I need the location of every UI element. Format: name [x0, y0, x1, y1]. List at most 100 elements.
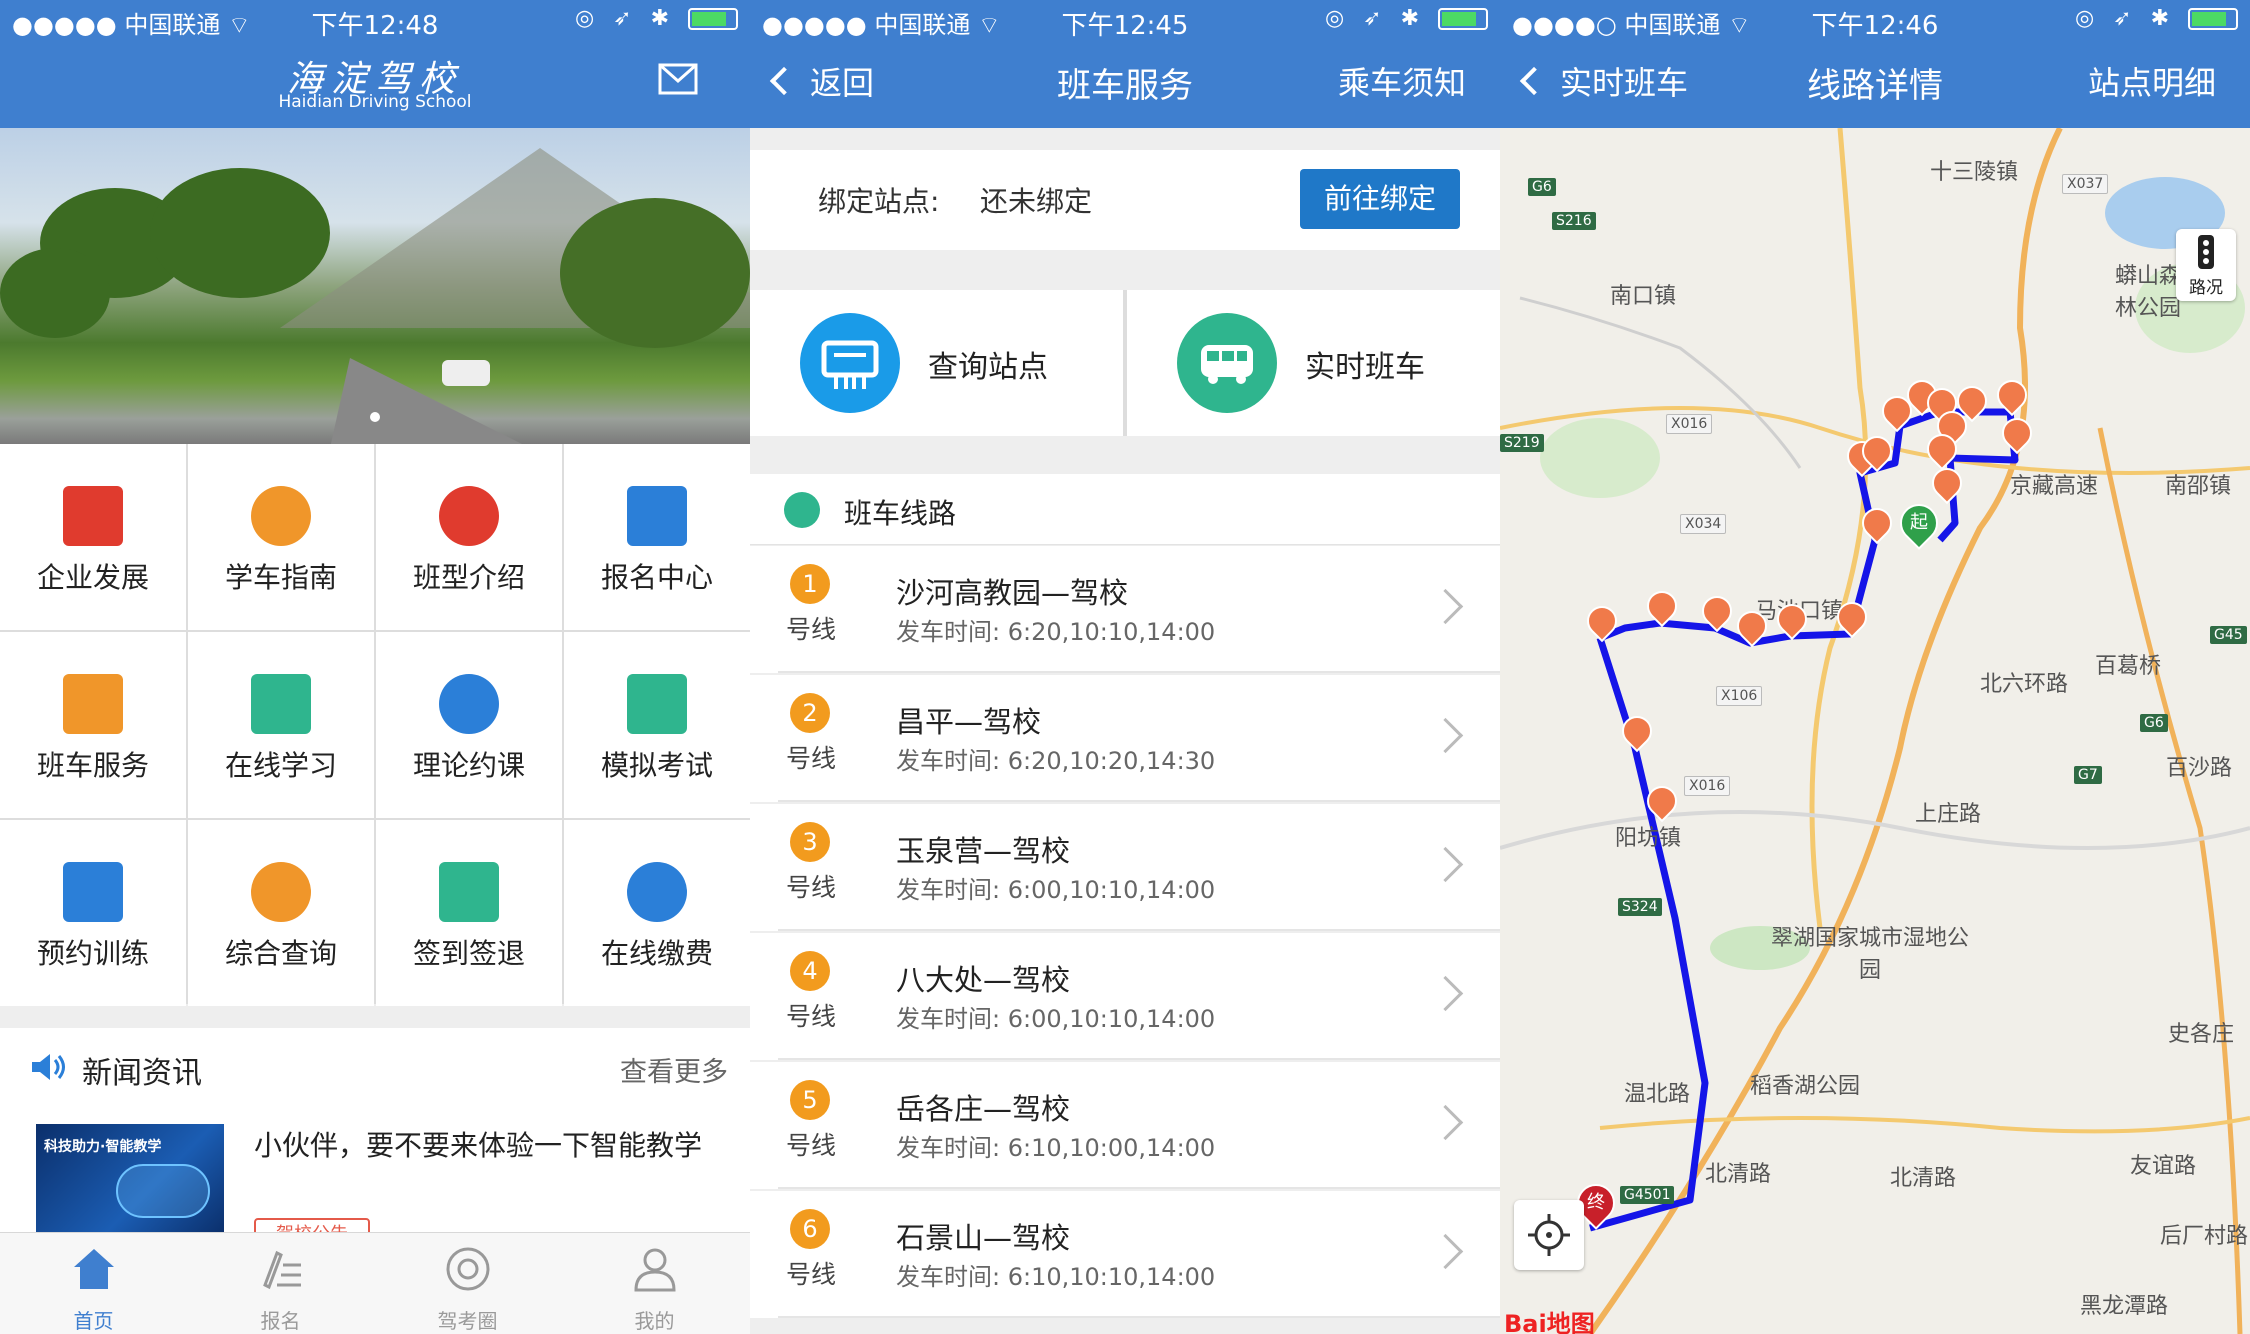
- ride-notice-link[interactable]: 乘车须知: [1338, 58, 1466, 104]
- menu-item-label: 报名中心: [600, 561, 713, 594]
- chevron-right-icon: [1427, 975, 1464, 1012]
- chevron-right-icon: [1427, 1233, 1464, 1270]
- menu-item-label: 班车服务: [36, 749, 149, 782]
- menu-item[interactable]: 报名中心: [564, 444, 750, 630]
- map-place-label: 史各庄: [2168, 1022, 2235, 1047]
- menu-item[interactable]: 综合查询: [188, 820, 374, 1006]
- route-map[interactable]: 十三陵镇南口镇马池口镇百葛桥南邵镇翠湖国家城市湿地公园稻香湖公园北清路北清路阳坊…: [1500, 128, 2250, 1334]
- traffic-toggle[interactable]: 路况: [2176, 229, 2236, 301]
- menu-item[interactable]: 班型介绍: [376, 444, 562, 630]
- feature-grid: 企业发展 学车指南 班型介绍 报名中心班车服务 在线学习 理论约课 模拟考试预约训练 综合查询…: [0, 444, 750, 1006]
- route-icon: [784, 492, 820, 528]
- routes-section-title: 班车线路: [844, 497, 957, 530]
- menu-item[interactable]: 在线学习: [188, 632, 374, 818]
- app-logo-subtitle: Haidian Driving School: [278, 92, 472, 112]
- home-screen: ●●●●● 中国联通 ⌔ 下午12:48 ◎ ➶ ✱ 海淀驾校 Haidian …: [0, 0, 750, 1334]
- yuan-icon: [627, 862, 687, 922]
- status-icons: ◎ ➶ ✱: [2075, 6, 2238, 31]
- query-station-button[interactable]: 查询站点: [750, 290, 1123, 436]
- document-icon: [627, 674, 687, 734]
- routes-section-header: 班车线路: [750, 474, 1500, 545]
- news-title: 新闻资讯: [82, 1056, 202, 1091]
- route-name: 昌平—驾校: [896, 705, 1042, 739]
- menu-item[interactable]: 在线缴费: [564, 820, 750, 1006]
- route-departure-times: 发车时间: 6:20,10:20,14:30: [896, 747, 1216, 775]
- map-place-label: 南口镇: [1610, 284, 1677, 309]
- steering-wheel-icon: [439, 486, 499, 546]
- menu-item[interactable]: 签到签退: [376, 820, 562, 1006]
- route-row[interactable]: 2 号线 昌平—驾校 发车时间: 6:20,10:20,14:30: [750, 675, 1500, 802]
- map-place-label: 阳坊镇: [1615, 826, 1682, 851]
- menu-item-label: 综合查询: [224, 937, 337, 970]
- map-place-label: 稻香湖公园: [1750, 1074, 1861, 1099]
- road-shield: X016: [1684, 776, 1731, 796]
- carousel-dot: [370, 412, 380, 422]
- tab-exam-circle[interactable]: 驾考圈: [374, 1233, 561, 1334]
- menu-item[interactable]: 预约训练: [0, 820, 186, 1006]
- battery-icon: [1438, 8, 1488, 30]
- route-suffix: 号线: [786, 615, 837, 644]
- thumbnail-caption: 科技助力·智能教学: [44, 1139, 162, 1155]
- speaker-icon: [32, 1054, 65, 1080]
- road-shield: X037: [2062, 174, 2109, 194]
- home-navbar: ●●●●● 中国联通 ⌔ 下午12:48 ◎ ➶ ✱ 海淀驾校 Haidian …: [0, 0, 750, 128]
- banner-carousel[interactable]: [0, 128, 750, 444]
- status-icons: ◎ ➶ ✱: [1325, 6, 1488, 31]
- route-suffix: 号线: [786, 1002, 837, 1031]
- shuttle-screen: ●●●●● 中国联通 ⌔ 下午12:45 ◎ ➶ ✱ 返回 班车服务 乘车须知 …: [750, 0, 1500, 1334]
- menu-item[interactable]: 学车指南: [188, 444, 374, 630]
- status-icons: ◎ ➶ ✱: [575, 6, 738, 31]
- route-row[interactable]: 1 号线 沙河高教园—驾校 发车时间: 6:20,10:10,14:00: [750, 546, 1500, 673]
- bind-label: 绑定站点:: [818, 185, 940, 218]
- road-shield: S324: [1618, 898, 1662, 916]
- bus-icon: [1177, 313, 1277, 413]
- battery-icon: [2188, 8, 2238, 30]
- building-icon: [63, 486, 123, 546]
- route-suffix: 号线: [786, 1260, 837, 1289]
- calendar-check-icon: [439, 862, 499, 922]
- clock-icon: [439, 674, 499, 734]
- realtime-bus-button[interactable]: 实时班车: [1127, 290, 1500, 436]
- signup-icon: [263, 1250, 301, 1290]
- menu-item[interactable]: 理论约课: [376, 632, 562, 818]
- map-place-label: 友谊路: [2130, 1154, 2197, 1179]
- chevron-right-icon: [1427, 717, 1464, 754]
- route-row[interactable]: 3 号线 玉泉营—驾校 发车时间: 6:00,10:10,14:00: [750, 804, 1500, 931]
- locate-button[interactable]: [1514, 1200, 1584, 1270]
- station-details-link[interactable]: 站点明细: [2088, 58, 2216, 104]
- route-row[interactable]: 6 号线 石景山—驾校 发车时间: 6:10,10:10,14:00: [750, 1191, 1500, 1318]
- go-bind-button[interactable]: 前往绑定: [1300, 169, 1460, 229]
- menu-item[interactable]: 企业发展: [0, 444, 186, 630]
- menu-item[interactable]: 模拟考试: [564, 632, 750, 818]
- menu-item-label: 班型介绍: [412, 561, 525, 594]
- chevron-right-icon: [1427, 588, 1464, 625]
- route-number-badge: 3: [790, 822, 830, 862]
- route-departure-times: 发车时间: 6:20,10:10,14:00: [896, 618, 1216, 646]
- route-name: 八大处—驾校: [896, 963, 1071, 997]
- road-shield: G45: [2210, 626, 2247, 644]
- status-bar: ●●●●○ 中国联通 ⌔ 下午12:46 ◎ ➶ ✱: [1500, 0, 2250, 41]
- route-departure-times: 发车时间: 6:10,10:00,14:00: [896, 1134, 1216, 1162]
- map-place-label: 十三陵镇: [1930, 160, 2019, 185]
- route-suffix: 号线: [786, 744, 837, 773]
- map-navbar: ●●●●○ 中国联通 ⌔ 下午12:46 ◎ ➶ ✱ 实时班车 线路详情 站点明…: [1500, 0, 2250, 128]
- route-row[interactable]: 5 号线 岳各庄—驾校 发车时间: 6:10,10:00,14:00: [750, 1062, 1500, 1189]
- road-shield: X034: [1680, 514, 1727, 534]
- route-suffix: 号线: [786, 873, 837, 902]
- tab-signup[interactable]: 报名: [187, 1233, 374, 1334]
- mail-icon[interactable]: [658, 63, 698, 95]
- route-name: 沙河高教园—驾校: [896, 576, 1129, 610]
- news-item[interactable]: 科技助力·智能教学 小伙伴，要不要来体验一下智能教学 驾校公告: [0, 1104, 750, 1248]
- news-headline: 小伙伴，要不要来体验一下智能教学: [254, 1129, 703, 1162]
- route-row[interactable]: 4 号线 八大处—驾校 发车时间: 6:00,10:10,14:00: [750, 933, 1500, 1060]
- chevron-right-icon: [1427, 1104, 1464, 1141]
- bus-icon: [63, 674, 123, 734]
- news-more-link[interactable]: 查看更多: [620, 1050, 728, 1089]
- menu-item[interactable]: 班车服务: [0, 632, 186, 818]
- bind-value: 还未绑定: [980, 185, 1093, 218]
- tab-home[interactable]: 首页: [0, 1233, 187, 1334]
- tab-profile[interactable]: 我的: [561, 1233, 748, 1334]
- tab-bar: 首页 报名 驾考圈 我的: [0, 1232, 750, 1334]
- traffic-light-icon: [2198, 235, 2214, 269]
- route-departure-times: 发车时间: 6:00,10:10,14:00: [896, 876, 1216, 904]
